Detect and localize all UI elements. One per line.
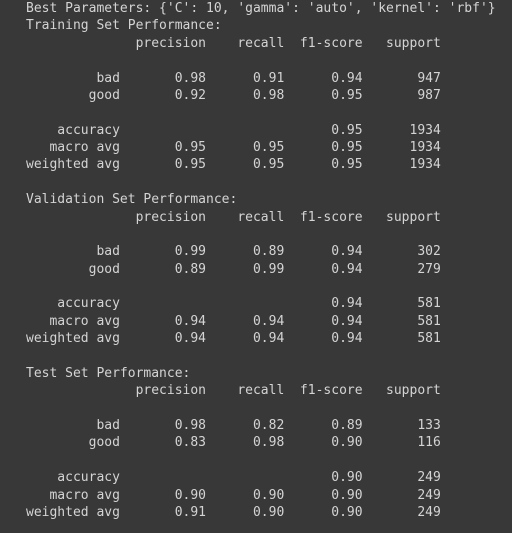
test-row-macro-avg: macro avg 0.90 0.90 0.90 249 (26, 487, 441, 503)
test-header-row: precision recall f1-score support (26, 383, 441, 399)
validation-row-weighted-avg: weighted avg 0.94 0.94 0.94 581 (26, 331, 441, 347)
validation-row-bad: bad 0.99 0.89 0.94 302 (26, 244, 441, 260)
test-row-weighted-avg: weighted avg 0.91 0.90 0.90 249 (26, 504, 441, 520)
training-row-macro-avg: macro avg 0.95 0.95 0.95 1934 (26, 140, 441, 155)
training-heading: Training Set Performance: (26, 18, 222, 34)
validation-header-row: precision recall f1-score support (26, 209, 441, 225)
cell-output: Best Parameters: {'C': 10, 'gamma': 'aut… (26, 0, 496, 521)
training-row-weighted-avg: weighted avg 0.95 0.95 0.95 1934 (26, 157, 441, 173)
test-row-good: good 0.83 0.98 0.90 116 (26, 435, 441, 451)
training-row-bad: bad 0.98 0.91 0.94 947 (26, 70, 441, 86)
training-header-row: precision recall f1-score support (26, 35, 441, 51)
test-row-bad: bad 0.98 0.82 0.89 133 (26, 418, 441, 433)
validation-row-accuracy: accuracy 0.94 581 (26, 296, 441, 312)
validation-heading: Validation Set Performance: (26, 192, 238, 208)
best-parameters-line: Best Parameters: {'C': 10, 'gamma': 'aut… (26, 1, 496, 16)
validation-row-good: good 0.89 0.99 0.94 279 (26, 261, 441, 277)
training-row-accuracy: accuracy 0.95 1934 (26, 122, 441, 138)
test-heading: Test Set Performance: (26, 365, 191, 381)
validation-row-macro-avg: macro avg 0.94 0.94 0.94 581 (26, 313, 441, 329)
training-row-good: good 0.92 0.98 0.95 987 (26, 87, 441, 103)
test-row-accuracy: accuracy 0.90 249 (26, 470, 441, 486)
